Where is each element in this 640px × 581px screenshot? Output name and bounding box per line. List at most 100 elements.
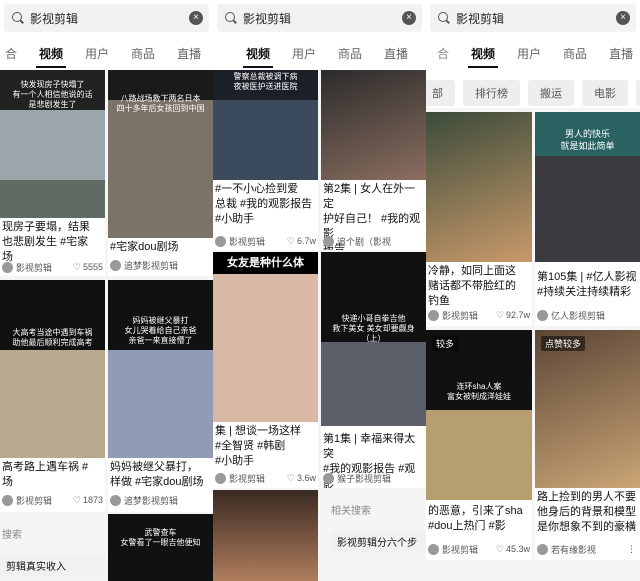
results-panel-1: 影视剪辑 × 合 视频 用户 商品 直播 快发现房子快塌了 有一个人相信他说的话… bbox=[0, 0, 213, 581]
video-overlay-text: 连环sha人案 富女被制成洋娃娃 bbox=[447, 382, 511, 401]
like-count: 5555 bbox=[82, 262, 103, 272]
video-overlay-text: 女友是种什么体 bbox=[227, 257, 304, 269]
clear-icon[interactable]: × bbox=[189, 11, 203, 25]
tab-video[interactable]: 视频 bbox=[28, 45, 74, 68]
avatar bbox=[215, 235, 226, 247]
tab-live[interactable]: 直播 bbox=[598, 45, 640, 62]
author-name: 亿人影视剪辑 bbox=[551, 310, 606, 321]
heart-icon: ♡ bbox=[286, 472, 295, 483]
video-card[interactable]: 冷静，如同上面这 赌话都不带脸红的 钓鱼 影视剪辑 ♡ 92.7w bbox=[426, 112, 532, 326]
video-title: #宅家dou剧场 bbox=[110, 241, 179, 253]
video-thumbnail: 八路战场救下两名日本 四十多年后女孩回到中国 bbox=[108, 70, 213, 238]
video-card[interactable]: 大高考当途中遇到车祸 助他最后顺利完成高考 高考路上遇车祸 # 场 影视剪辑 ♡… bbox=[0, 280, 105, 512]
clear-icon[interactable]: × bbox=[402, 11, 416, 25]
video-card[interactable]: 女友是种什么体 集 | 想谈一场这样 #全智贤 #韩剧 #小助手 影视剪辑 ♡ … bbox=[213, 252, 318, 488]
related-search-label: 相关搜索 bbox=[331, 506, 371, 517]
video-meta: 影视剪辑 ♡ 1873 bbox=[2, 493, 103, 507]
tab-video[interactable]: 视频 bbox=[460, 45, 506, 68]
avatar bbox=[428, 309, 439, 321]
video-thumbnail: 较多 连环sha人案 富女被制成洋娃娃 bbox=[426, 330, 532, 500]
clear-icon[interactable]: × bbox=[616, 11, 630, 25]
avatar bbox=[110, 259, 121, 271]
filter-chip[interactable]: 部 bbox=[426, 80, 455, 106]
video-meta: 影视剪辑 ♡ 6.7w bbox=[215, 234, 316, 248]
search-icon bbox=[225, 12, 237, 24]
like-count: 1873 bbox=[82, 495, 103, 505]
avatar bbox=[428, 543, 439, 555]
video-overlay-text: 警察总裁被调下病 夜被医护送进医院 bbox=[233, 72, 298, 91]
video-title: 妈妈被继父暴打， 样做 #宅家dou剧场 bbox=[110, 461, 204, 488]
video-card[interactable]: 快发现房子快塌了 有一个人相信他说的话 是悲剧发生了 现房子要塌，结果 也悲剧发… bbox=[0, 70, 105, 276]
related-search-item[interactable]: 剪辑真实收入 bbox=[0, 554, 105, 577]
tab-combined[interactable]: 合 bbox=[419, 45, 426, 62]
tab-video[interactable]: 视频 bbox=[235, 45, 281, 68]
video-card[interactable]: 八路战场救下两名日本 四十多年后女孩回到中国 #宅家dou剧场 追梦影视剪辑 bbox=[108, 70, 213, 276]
video-card[interactable] bbox=[213, 490, 318, 581]
video-card[interactable]: 武警查车 女警看了一眼吉他便知 bbox=[108, 514, 213, 581]
video-meta: 猴子影视剪辑 bbox=[323, 471, 424, 485]
search-icon bbox=[438, 12, 450, 24]
video-card[interactable]: 点赞较多 路上捡到的男人不要 他身后的背景和模型 是你想象不到的豪横 若有缘影视… bbox=[535, 330, 640, 560]
tab-goods[interactable]: 商品 bbox=[552, 45, 598, 62]
video-thumbnail: 快递小哥自拳吉他 救下美女 美女却要觑身 （上） bbox=[321, 252, 426, 426]
heart-icon: ♡ bbox=[72, 494, 81, 505]
video-title: #一不小心捡到爱 总裁 #我的观影报告 #小助手 bbox=[215, 183, 313, 225]
tab-combined[interactable]: 合 bbox=[426, 45, 460, 62]
related-search-label: 搜索 bbox=[2, 530, 22, 541]
video-thumbnail: 男人的快乐 就是如此简单 bbox=[535, 112, 640, 262]
search-input[interactable]: 影视剪辑 bbox=[456, 10, 616, 27]
avatar bbox=[323, 235, 334, 247]
tab-combined[interactable]: 合 bbox=[0, 45, 28, 62]
search-input[interactable]: 影视剪辑 bbox=[30, 10, 189, 27]
video-overlay-text: 妈妈被继父暴打 女儿哭着给自己亲爸 亲爸一来直接懵了 bbox=[124, 316, 197, 345]
search-bar[interactable]: 影视剪辑 × bbox=[430, 4, 636, 32]
search-icon bbox=[12, 12, 24, 24]
related-search-item[interactable]: 影视剪辑分六个步 bbox=[331, 530, 426, 553]
filter-chip[interactable]: 搬运 bbox=[528, 80, 574, 106]
tab-bar: 视频 用户 商品 直播 合 bbox=[235, 40, 426, 68]
video-card[interactable]: 妈妈被继父暴打 女儿哭着给自己亲爸 亲爸一来直接懵了 妈妈被继父暴打， 样做 #… bbox=[108, 280, 213, 512]
avatar bbox=[110, 494, 121, 506]
video-meta: 亿人影视剪辑 bbox=[537, 308, 638, 322]
search-input[interactable]: 影视剪辑 bbox=[243, 10, 402, 27]
results-panel-3: 影视剪辑 × 合 视频 用户 商品 直播 部 排行榜 搬运 电影 电 冷静，如同… bbox=[426, 0, 640, 581]
video-thumbnail: 妈妈被继父暴打 女儿哭着给自己亲爸 亲爸一来直接懵了 bbox=[108, 280, 213, 458]
video-title: 第105集 | #亿人影视 #持续关注持续精彩 bbox=[537, 271, 637, 298]
search-bar[interactable]: 影视剪辑 × bbox=[4, 4, 209, 32]
video-overlay-text: 大高考当途中遇到车祸 助他最后顺利完成高考 bbox=[12, 328, 93, 347]
tab-user[interactable]: 用户 bbox=[281, 45, 327, 62]
video-card[interactable]: 快递小哥自拳吉他 救下美女 美女却要觑身 （上） 第1集 | 幸福来得太突 #我… bbox=[321, 252, 426, 488]
video-overlay-text: 快发现房子快塌了 有一个人相信他说的话 是悲剧发生了 bbox=[12, 80, 93, 109]
avatar bbox=[215, 472, 226, 484]
like-count: 45.3w bbox=[505, 544, 530, 554]
search-bar[interactable]: 影视剪辑 × bbox=[217, 4, 422, 32]
tab-goods[interactable]: 商品 bbox=[120, 45, 166, 62]
heart-icon: ♡ bbox=[72, 261, 81, 272]
video-title: 冷静，如同上面这 赌话都不带脸红的 钓鱼 bbox=[428, 265, 516, 307]
avatar bbox=[537, 543, 548, 555]
tab-live[interactable]: 直播 bbox=[166, 45, 212, 62]
tab-user[interactable]: 用户 bbox=[506, 45, 552, 62]
author-name: 追梦影视剪辑 bbox=[124, 260, 179, 271]
video-card[interactable]: 第2集 | 女人在外一定 护好自己！ #我的观影 报告 追个剧（影视 bbox=[321, 70, 426, 250]
filter-chip[interactable]: 电影 bbox=[582, 80, 628, 106]
popular-badge: 点赞较多 bbox=[541, 336, 586, 351]
filter-chip[interactable]: 电 bbox=[636, 80, 640, 106]
tab-live[interactable]: 直播 bbox=[373, 45, 419, 62]
video-title: 现房子要塌，结果 也悲剧发生 #宅家 场 bbox=[2, 221, 90, 263]
like-count: 6.7w bbox=[296, 236, 316, 246]
filter-chip[interactable]: 排行榜 bbox=[463, 80, 520, 106]
avatar bbox=[2, 261, 13, 273]
video-card[interactable]: 警察总裁被调下病 夜被医护送进医院 #一不小心捡到爱 总裁 #我的观影报告 #小… bbox=[213, 70, 318, 250]
video-card[interactable]: 较多 连环sha人案 富女被制成洋娃娃 的恶意，引来了sha #dou上热门 #… bbox=[426, 330, 532, 560]
tab-user[interactable]: 用户 bbox=[74, 45, 120, 62]
author-name: 影视剪辑 bbox=[16, 495, 53, 506]
video-card[interactable]: 男人的快乐 就是如此简单 第105集 | #亿人影视 #持续关注持续精彩 亿人影… bbox=[535, 112, 640, 326]
video-thumbnail bbox=[426, 112, 532, 262]
video-meta: 影视剪辑 ♡ 5555 bbox=[2, 260, 103, 274]
tab-goods[interactable]: 商品 bbox=[327, 45, 373, 62]
more-icon[interactable]: ⋮ bbox=[627, 544, 636, 555]
video-title: 集 | 想谈一场这样 #全智贤 #韩剧 #小助手 bbox=[215, 425, 301, 467]
video-overlay-text: 男人的快乐 就是如此简单 bbox=[560, 129, 615, 151]
video-thumbnail: 女友是种什么体 bbox=[213, 252, 318, 422]
